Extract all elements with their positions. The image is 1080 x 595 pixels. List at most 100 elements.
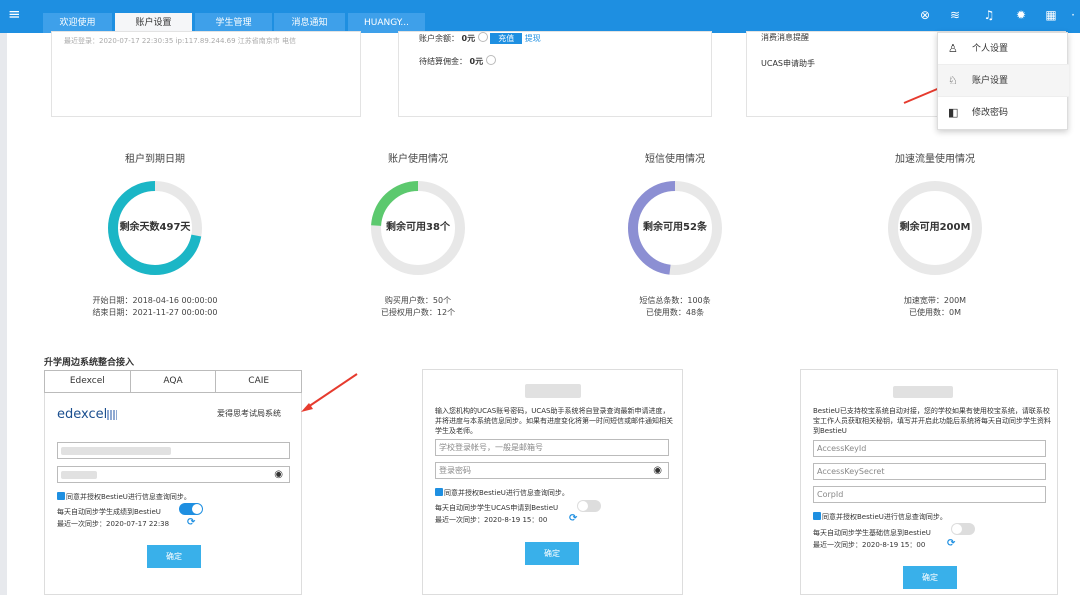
main-content: 最近登录：2020-07-17 22:30:35 ip:117.89.244.6… — [7, 31, 1080, 595]
reminder-text-2: UCAS申请助手 — [761, 59, 815, 68]
edexcel-auth-checkbox[interactable]: 同意并授权BestieU进行信息查询同步。 — [57, 492, 191, 502]
donut-center-label: 剩余天数497天 — [119, 222, 191, 233]
more-icon[interactable]: · — [1068, 8, 1078, 22]
pending-value: 0元 — [469, 57, 484, 66]
tab-welcome[interactable]: 欢迎使用 — [43, 13, 113, 33]
tab-account-settings[interactable]: 账户设置 — [115, 13, 193, 33]
bell-icon[interactable]: ♫ — [982, 8, 996, 22]
donut-chart: 剩余可用200M — [885, 178, 985, 278]
bestie-auth-label: 同意并授权BestieU进行信息查询同步。 — [822, 513, 947, 521]
edexcel-panel: edexcel 爱得思考试局系统 ◉ 同意并授权BestieU进行信息查询同步。… — [44, 393, 302, 595]
tab-caie[interactable]: CAIE — [216, 371, 301, 392]
donut-info-line: 加速宽带：200M — [903, 296, 967, 305]
ucas-auth-label: 同意并授权BestieU进行信息查询同步。 — [444, 489, 569, 497]
donut-info: 加速宽带：200M 已使用数：0M — [835, 295, 1035, 319]
ucas-panel: 输入您机构的UCAS账号密码，UCAS助手系统将自登录查询最新申请进度，并将进度… — [422, 369, 683, 595]
donut-center-label: 剩余可用52条 — [643, 222, 707, 233]
eye-icon[interactable]: ◉ — [274, 467, 283, 482]
wallet-icon: ◧ — [948, 106, 959, 119]
ucas-description: 输入您机构的UCAS账号密码，UCAS助手系统将自登录查询最新申请进度，并将进度… — [435, 407, 673, 435]
access-key-secret-field[interactable]: AccessKeySecret — [813, 463, 1046, 480]
donut-title: 加速流量使用情况 — [895, 154, 975, 165]
redacted-text — [61, 447, 171, 455]
edexcel-logo: edexcel — [57, 407, 108, 422]
ucas-auto-sync-label: 每天自动同步学生UCAS申请到BestieU — [435, 504, 559, 512]
donut-center-label: 剩余可用38个 — [386, 222, 450, 233]
last-login-text: 最近登录：2020-07-17 22:30:35 ip:117.89.244.6… — [64, 37, 296, 45]
wifi-icon[interactable]: ≋ — [948, 8, 962, 22]
refresh-icon[interactable]: ⟳ — [947, 538, 955, 549]
edexcel-auto-sync-label: 每天自动同步学生成绩到BestieU — [57, 508, 161, 516]
edexcel-password-field[interactable]: ◉ — [57, 466, 290, 483]
top-bar: ≡ 欢迎使用 账户设置 学生管理 消息通知 HUANGY... ⊗ ≋ ♫ ✹ … — [0, 0, 1080, 33]
redacted-text — [61, 471, 97, 479]
account-card: 最近登录：2020-07-17 22:30:35 ip:117.89.244.6… — [51, 31, 361, 117]
recharge-button[interactable]: 充值 — [490, 33, 523, 44]
corp-id-field[interactable]: CorpId — [813, 486, 1046, 503]
gear-icon[interactable]: ✹ — [1014, 8, 1028, 22]
left-strip — [0, 33, 7, 595]
refresh-icon[interactable]: ⟳ — [187, 517, 195, 528]
edexcel-auth-label: 同意并授权BestieU进行信息查询同步。 — [66, 493, 191, 501]
ucas-username-field[interactable]: 学校登录帐号，一般是邮箱号 — [435, 439, 669, 456]
user-gear-icon: ♘ — [948, 74, 958, 87]
calendar-icon[interactable]: ▦ — [1044, 8, 1058, 22]
menu-icon[interactable]: ≡ — [8, 6, 22, 22]
ucas-logo — [525, 384, 581, 398]
edexcel-confirm-button[interactable]: 确定 — [147, 545, 201, 568]
donut-info-line: 短信总条数：100条 — [639, 296, 711, 305]
bestie-last-sync: 最近一次同步：2020-8-19 15：00 — [813, 541, 926, 549]
edexcel-username-field[interactable] — [57, 442, 290, 459]
bestie-description: BestieU已支持校宝系统自动对接，您的学校如果有使用校宝系统，请联系校宝工作… — [813, 407, 1051, 435]
dropdown-label: 修改密码 — [972, 108, 1009, 118]
ucas-confirm-button[interactable]: 确定 — [525, 542, 579, 565]
bestie-auto-sync-toggle[interactable] — [951, 523, 975, 535]
help-icon[interactable] — [485, 55, 496, 65]
edexcel-auto-sync-toggle[interactable] — [179, 503, 203, 515]
withdraw-link[interactable]: 提现 — [525, 34, 541, 43]
close-icon[interactable]: ⊗ — [918, 8, 932, 22]
ucas-auto-sync-toggle[interactable] — [577, 500, 601, 512]
donut-title: 短信使用情况 — [645, 154, 705, 165]
bestie-confirm-button[interactable]: 确定 — [903, 566, 957, 589]
donut-info-line: 开始日期：2018-04-16 00:00:00 — [92, 296, 218, 305]
tab-aqa[interactable]: AQA — [131, 371, 217, 392]
edexcel-subtitle: 爱得思考试局系统 — [217, 409, 281, 418]
tab-notifications[interactable]: 消息通知 — [274, 13, 346, 33]
reminder-text-1: 消费消息提醒 — [761, 33, 809, 42]
access-key-id-field[interactable]: AccessKeyId — [813, 440, 1046, 457]
dropdown-label: 个人设置 — [972, 44, 1009, 54]
balance-label: 账户余额： — [419, 34, 459, 43]
ucas-password-field[interactable]: 登录密码 ◉ — [435, 462, 669, 479]
dropdown-item-change-password[interactable]: ◧ 修改密码 — [938, 97, 1069, 129]
donut-info: 购买用户数：50个 已授权用户数：12个 — [318, 295, 518, 319]
donut-chart: 剩余可用38个 — [368, 178, 468, 278]
ucas-password-placeholder: 登录密码 — [439, 466, 471, 475]
section-title: 升学周边系统整合接入 — [44, 358, 135, 368]
dropdown-label: 账户设置 — [972, 76, 1009, 86]
bestie-logo — [893, 386, 953, 398]
dropdown-item-account-settings[interactable]: ♘ 账户设置 — [938, 65, 1069, 97]
settings-dropdown: ♙ 个人设置 ♘ 账户设置 ◧ 修改密码 — [937, 32, 1069, 130]
balance-value: 0元 — [461, 34, 476, 43]
tab-user[interactable]: HUANGY... — [348, 13, 426, 33]
donut-info-line: 购买用户数：50个 — [384, 296, 452, 305]
balance-card: 账户余额： 0元 充值 提现 待结算佣金： 0元 — [398, 31, 712, 117]
tab-student-management[interactable]: 学生管理 — [195, 13, 273, 33]
eye-icon[interactable]: ◉ — [653, 463, 662, 478]
donut-chart: 剩余天数497天 — [105, 178, 205, 278]
donut-info-line: 结束日期：2021-11-27 00:00:00 — [92, 308, 218, 317]
dropdown-item-personal-settings[interactable]: ♙ 个人设置 — [938, 33, 1069, 65]
bestie-auth-checkbox[interactable]: 同意并授权BestieU进行信息查询同步。 — [813, 512, 947, 522]
donut-info-line: 已使用数：0M — [909, 308, 961, 317]
refresh-icon[interactable]: ⟳ — [569, 513, 577, 524]
donut-info: 开始日期：2018-04-16 00:00:00 结束日期：2021-11-27 … — [55, 295, 255, 319]
donut-title: 租户到期日期 — [125, 154, 185, 165]
tab-edexcel[interactable]: Edexcel — [45, 371, 131, 392]
help-icon[interactable] — [477, 32, 488, 42]
donut-info-line: 已授权用户数：12个 — [380, 308, 456, 317]
ucas-last-sync: 最近一次同步：2020-8-19 15：00 — [435, 516, 548, 524]
donut-chart: 剩余可用52条 — [625, 178, 725, 278]
ucas-auth-checkbox[interactable]: 同意并授权BestieU进行信息查询同步。 — [435, 488, 569, 498]
donut-title: 账户使用情况 — [388, 154, 448, 165]
